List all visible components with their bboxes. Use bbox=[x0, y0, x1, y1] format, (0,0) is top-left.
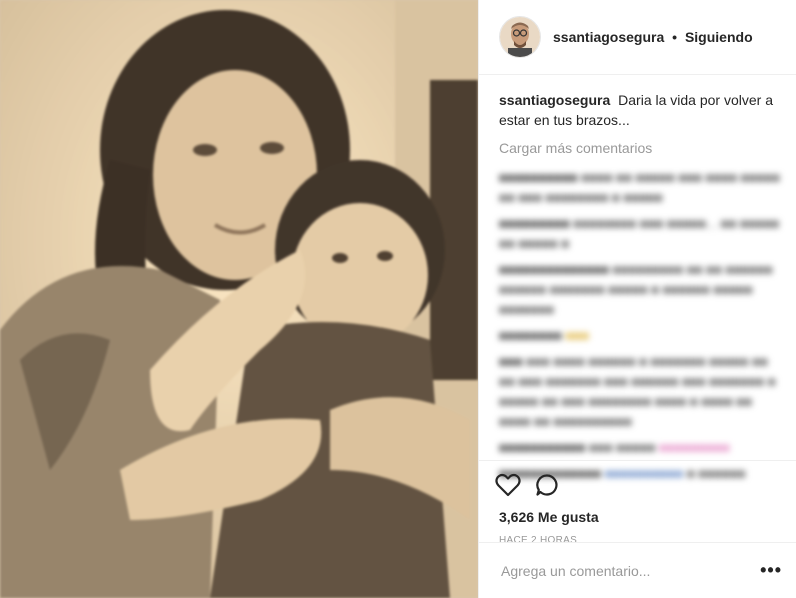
following-button[interactable]: Siguiendo bbox=[685, 29, 753, 45]
ellipsis-icon[interactable]: ••• bbox=[760, 560, 782, 581]
profile-picture-icon bbox=[500, 17, 540, 57]
vintage-photo-image bbox=[0, 0, 478, 598]
post-side-panel: ssantiagosegura • Siguiendo ssantiagoseg… bbox=[478, 0, 796, 598]
post-caption: ssantiagosegura Daria la vida por volver… bbox=[499, 90, 780, 130]
load-more-comments-link[interactable]: Cargar más comentarios bbox=[499, 138, 780, 158]
avatar[interactable] bbox=[499, 16, 541, 58]
post-actions: 3,626 Me gusta HACE 2 HORAS bbox=[479, 460, 796, 546]
likes-count[interactable]: 3,626 Me gusta bbox=[495, 509, 780, 525]
blurred-comment: ■■■■■■■■■■■■■■ ■■■■■■■■■ ■■ ■■ ■■■■■■ ■■… bbox=[499, 262, 773, 317]
speech-bubble-icon[interactable] bbox=[535, 473, 559, 497]
action-icons bbox=[495, 461, 780, 505]
blurred-comment: ■■■■■■■■■■ ■■■■ ■■ ■■■■■ ■■■ ■■■■ ■■■■■ … bbox=[499, 170, 780, 205]
post-header: ssantiagosegura • Siguiendo bbox=[479, 0, 796, 75]
blurred-comment: ■■■■■■■■■ ■■■■■■■■ ■■■ ■■■■■... ■■ ■■■■■… bbox=[499, 216, 780, 251]
comment-input[interactable] bbox=[499, 561, 761, 580]
blurred-comments: ■■■■■■■■■■ ■■■■ ■■ ■■■■■ ■■■ ■■■■ ■■■■■ … bbox=[499, 168, 780, 484]
heart-outline-icon[interactable] bbox=[495, 473, 521, 497]
blurred-comment: ■■■ ■■■ ■■■■ ■■■■■■ ■ ■■■■■■■ ■■■■■ ■■ ■… bbox=[499, 354, 776, 429]
header-separator: • bbox=[672, 29, 678, 45]
comments-section: ssantiagosegura Daria la vida por volver… bbox=[499, 90, 780, 481]
caption-username-link[interactable]: ssantiagosegura bbox=[499, 92, 610, 108]
post-photo[interactable] bbox=[0, 0, 478, 598]
header-text: ssantiagosegura • Siguiendo bbox=[553, 29, 753, 45]
add-comment-bar: ••• bbox=[479, 542, 796, 598]
post-modal: ssantiagosegura • Siguiendo ssantiagoseg… bbox=[0, 0, 796, 598]
blurred-comment: ■■■■■■■■■■■ ■■■ ■■■■■ ■■■■■■■■■ bbox=[499, 440, 730, 455]
blurred-comment: ■■■■■■■■ ■■■ bbox=[499, 328, 590, 343]
header-username-link[interactable]: ssantiagosegura bbox=[553, 29, 664, 45]
